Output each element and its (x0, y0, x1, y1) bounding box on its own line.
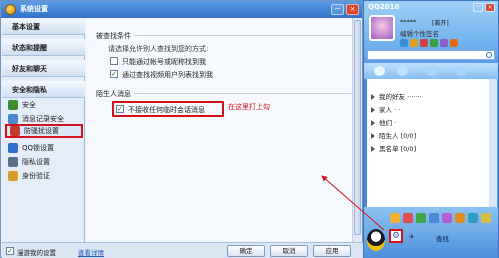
app-icon[interactable] (403, 213, 413, 223)
expand-arrow-icon (371, 107, 375, 113)
qq-title: QQ2010 (368, 3, 400, 11)
sidebar-item-privacy[interactable]: 隐私设置 (8, 156, 50, 168)
expand-arrow-icon (371, 120, 375, 126)
view-details-link[interactable]: 查看详情 (78, 247, 104, 257)
qq-menu-penguin-icon[interactable] (367, 229, 385, 251)
group-strangers[interactable]: 陌生人 [0/0] (371, 130, 416, 140)
anti-harassment-icon (10, 126, 20, 136)
sidebar-item-qq-lock[interactable]: QQ锁设置 (8, 142, 54, 154)
expand-arrow-icon (371, 133, 375, 139)
close-button[interactable]: × (346, 4, 359, 15)
qzone-icon[interactable] (400, 39, 408, 47)
id-card-icon (8, 171, 18, 181)
group-family[interactable]: 家人 · · (371, 104, 400, 114)
sidebar-section-basic[interactable]: 基本设置 (2, 18, 85, 35)
qq-close-button[interactable]: × (485, 3, 495, 12)
app-icon[interactable] (416, 213, 426, 223)
settings-window: 系统设置 － × 基本设置 状态和提醒 好友和聊天 安全和隐私 安全 消息记录安… (0, 0, 363, 258)
app-icon[interactable] (390, 213, 400, 223)
status-selector[interactable]: [离开] (432, 18, 449, 27)
app-icon[interactable] (442, 213, 452, 223)
option-video-list-label: 通过查找视频用户列表找到我 (122, 71, 213, 79)
qq-main-panel: QQ2010 － × ***** [离开] 编辑个性签名 我的好友 ······… (363, 0, 499, 258)
app-icon[interactable] (468, 213, 478, 223)
contact-list: 我的好友 ······· 家人 · · 他们 · 陌生人 [0/0] 黑名单 [… (367, 79, 489, 207)
option-account-only-label: 只能通过帐号或昵称找到我 (122, 58, 206, 66)
app-icons-row (390, 213, 491, 223)
titlebar: 系统设置 － × (1, 1, 362, 18)
tab-groups-icon[interactable] (397, 66, 408, 76)
contact-search-input[interactable] (367, 50, 495, 60)
window-title: 系统设置 (20, 5, 48, 13)
sidebar-item-label: 防骚扰设置 (24, 127, 59, 135)
message-manager-icon[interactable]: ✈ (409, 233, 414, 241)
find-button[interactable]: 查找 (436, 233, 449, 243)
sidebar-section-security[interactable]: 安全和隐私 (2, 81, 85, 98)
sync-settings-checkbox[interactable]: ✓ (6, 247, 14, 255)
contact-list-scrollbar[interactable] (489, 79, 497, 207)
ok-button[interactable]: 确定 (227, 245, 265, 257)
quick-icons-row (400, 39, 458, 47)
settings-footer: ✓ 漫游我的设置 查看详情 确定 取消 应用 (2, 242, 363, 258)
mail-icon[interactable] (410, 39, 418, 47)
app-icon[interactable] (429, 213, 439, 223)
section-title-search: 被查找条件 (96, 32, 131, 40)
sidebar-item-label: QQ锁设置 (22, 144, 55, 152)
sync-settings-label: 漫游我的设置 (17, 249, 56, 257)
sidebar-item-label: 身份验证 (22, 172, 50, 180)
music-icon[interactable] (440, 39, 448, 47)
annotation-text: 在这里打上勾 (228, 103, 270, 111)
minimize-button[interactable]: － (331, 4, 344, 15)
tab-qun-icon[interactable] (426, 66, 437, 76)
group-them[interactable]: 他们 · (371, 117, 396, 127)
message-lock-icon (8, 114, 18, 124)
sidebar-item-anti-harassment[interactable]: 防骚扰设置 (5, 124, 83, 138)
cancel-button[interactable]: 取消 (270, 245, 308, 257)
group-my-friends[interactable]: 我的好友 ······· (371, 91, 422, 101)
shield-icon (8, 100, 18, 110)
settings-sidebar: 基本设置 状态和提醒 好友和聊天 安全和隐私 安全 消息记录安全 防骚扰设置 Q… (2, 18, 85, 242)
nickname: ***** (400, 18, 417, 26)
expand-arrow-icon (371, 146, 375, 152)
option-reject-temp-checkbox[interactable]: ✓ (116, 105, 124, 113)
qq-minimize-button[interactable]: － (473, 3, 483, 12)
section-divider (134, 35, 352, 36)
weather-icon[interactable] (450, 39, 458, 47)
wallet-icon[interactable] (420, 39, 428, 47)
apply-button[interactable]: 应用 (313, 245, 351, 257)
app-icon[interactable] (455, 213, 465, 223)
expand-arrow-icon (371, 94, 375, 100)
qq-bottom-bar: ⚙ ✈ 查找 (364, 207, 498, 258)
content-scrollbar[interactable] (352, 18, 362, 242)
system-settings-button[interactable]: ⚙ (389, 229, 403, 243)
sidebar-item-security[interactable]: 安全 (8, 99, 36, 111)
sidebar-item-identity[interactable]: 身份验证 (8, 170, 50, 182)
app-icon[interactable] (481, 213, 491, 223)
sidebar-item-label: 安全 (22, 101, 36, 109)
scrollbar-thumb[interactable] (354, 20, 361, 235)
sidebar-section-friends[interactable]: 好友和聊天 (2, 60, 85, 77)
sidebar-item-label: 隐私设置 (22, 158, 50, 166)
option-video-list-checkbox[interactable]: ✓ (110, 70, 118, 78)
avatar[interactable] (369, 15, 395, 41)
qq-penguin-icon (5, 4, 16, 15)
section-divider (134, 93, 352, 94)
qq-tabs (364, 63, 498, 79)
option-reject-temp-label: 不接收任何临时会话消息 (128, 106, 205, 114)
signature-field[interactable]: 编辑个性签名 (400, 28, 439, 38)
section-title-stranger: 陌生人消息 (96, 90, 131, 98)
lock-icon (8, 143, 18, 153)
group-blacklist[interactable]: 黑名单 [0/0] (371, 143, 416, 153)
tab-contacts-icon[interactable] (374, 66, 385, 76)
sidebar-section-status[interactable]: 状态和提醒 (2, 39, 85, 56)
search-icon[interactable] (486, 52, 492, 58)
privacy-icon (8, 157, 18, 167)
sidebar-item-label: 消息记录安全 (22, 115, 64, 123)
tab-recent-icon[interactable] (456, 66, 467, 76)
search-caption: 请选择允许别人查找到您的方式: (108, 45, 209, 53)
pet-icon[interactable] (430, 39, 438, 47)
qq-header: QQ2010 － × ***** [离开] 编辑个性签名 (364, 1, 498, 60)
option-account-only-checkbox[interactable] (110, 57, 118, 65)
settings-content: 被查找条件 请选择允许别人查找到您的方式: 只能通过帐号或昵称找到我 ✓ 通过查… (86, 18, 362, 242)
